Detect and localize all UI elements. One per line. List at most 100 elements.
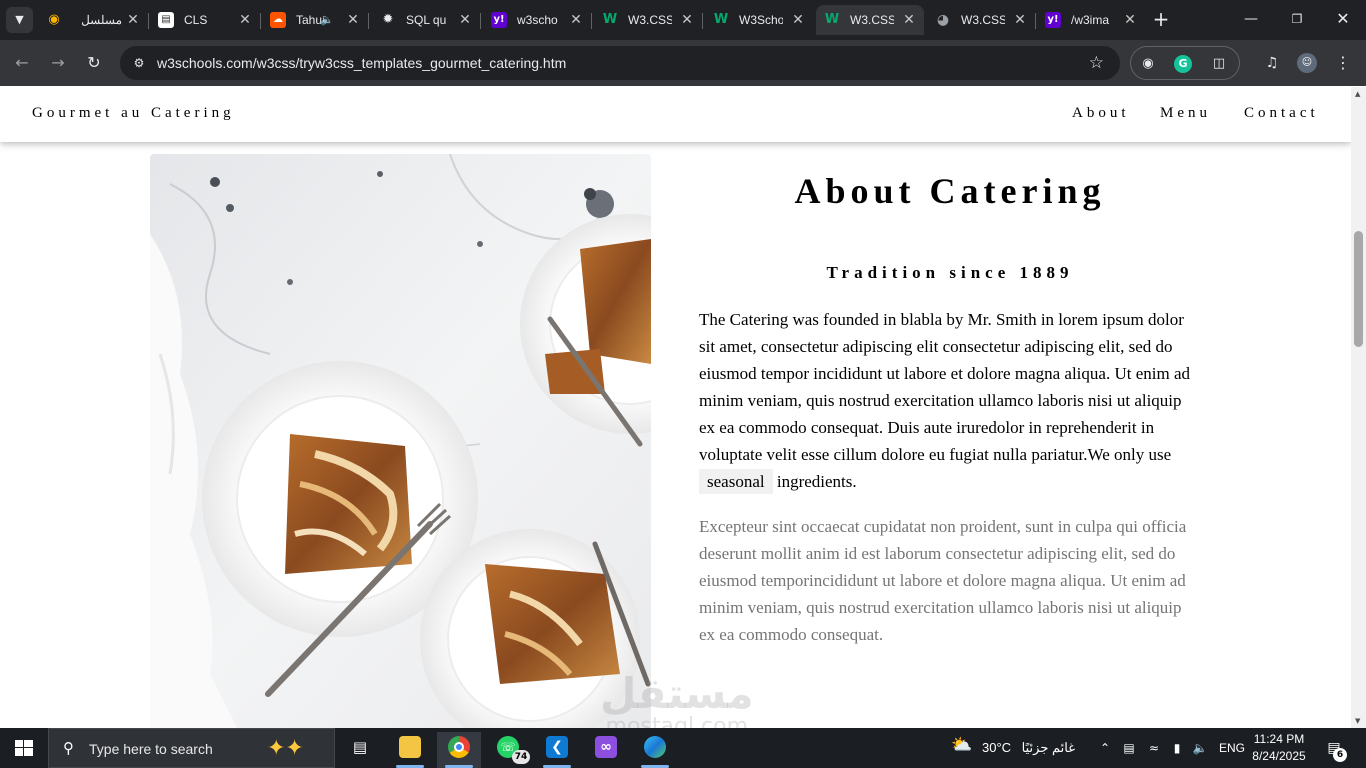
close-icon[interactable]: ✕ <box>680 12 694 28</box>
windows-start-button[interactable] <box>0 728 48 768</box>
tab-5[interactable]: W W3.CSS ✕ <box>594 5 703 35</box>
visual-studio-glyph: ∞ <box>595 736 617 758</box>
system-clock[interactable]: 11:24 PM 8/24/2025 <box>1246 731 1312 765</box>
wifi-icon[interactable]: ≈ <box>1146 740 1162 756</box>
w3schools-icon: W <box>602 12 618 27</box>
tart-plates-illustration <box>150 154 651 728</box>
tab-4[interactable]: y! w3scho ✕ <box>483 5 592 35</box>
meet-now-icon[interactable]: ▤ <box>1121 740 1137 756</box>
page-viewport: Gourmet au Catering About Menu Contact A… <box>0 87 1351 728</box>
edge-icon[interactable] <box>633 732 677 768</box>
weather-description[interactable]: غائم جزئيًا <box>1013 740 1075 756</box>
profile-avatar[interactable]: ☺ <box>1297 53 1317 73</box>
media-controls-icon[interactable]: ♫ <box>1262 53 1282 73</box>
tab-separator <box>148 13 149 29</box>
close-icon[interactable]: ✕ <box>126 12 140 28</box>
minimize-button[interactable]: — <box>1228 8 1274 30</box>
chrome-glyph <box>448 736 470 758</box>
file-explorer-icon[interactable] <box>388 732 432 768</box>
whatsapp-badge: 74 <box>512 750 530 764</box>
site-navbar: Gourmet au Catering About Menu Contact <box>0 87 1351 142</box>
close-icon[interactable]: ✕ <box>569 12 583 28</box>
tab-title: W3Scho <box>739 13 783 27</box>
more-menu-icon[interactable]: ⋮ <box>1333 53 1353 73</box>
close-icon[interactable]: ✕ <box>1013 12 1027 28</box>
about-subheading: Tradition since 1889 <box>826 263 1074 282</box>
watermark-latin: mostaql.com <box>605 714 749 729</box>
whatsapp-icon[interactable]: ☏ 74 <box>486 732 530 768</box>
camera-icon[interactable]: ◉ <box>1139 55 1157 73</box>
about-paragraph-1-end: ingredients. <box>776 472 857 491</box>
tab-6[interactable]: W W3Scho ✕ <box>705 5 813 35</box>
tab-3[interactable]: ✹ SQL qu ✕ <box>372 5 481 35</box>
address-bar[interactable]: ⚙ w3schools.com/w3css/tryw3css_templates… <box>120 46 1120 80</box>
restore-button[interactable]: ❐ <box>1274 8 1320 30</box>
copilot-sparkle-icon[interactable]: ✦✦ <box>267 735 327 763</box>
globe-icon: ◕ <box>936 12 950 28</box>
weather-temperature[interactable]: 30°C <box>982 740 1011 756</box>
site-brand-link[interactable]: Gourmet au Catering <box>32 105 235 122</box>
tab-2[interactable]: ☁ Tahu 🔈 ✕ <box>262 5 369 35</box>
about-paragraph-1: The Catering was founded in blabla by Mr… <box>699 306 1199 495</box>
page-scrollbar[interactable]: ▲ ▼ <box>1351 87 1366 728</box>
nav-menu-link[interactable]: Menu <box>1160 105 1211 122</box>
tab-8[interactable]: ◕ W3.CSS ✕ <box>927 5 1036 35</box>
close-icon[interactable]: ✕ <box>1123 12 1137 28</box>
language-indicator[interactable]: ENG <box>1219 740 1245 756</box>
tab-9[interactable]: y! /w3ima ✕ <box>1037 5 1145 35</box>
windows-logo-icon <box>15 740 33 756</box>
tab-title: SQL qu <box>406 13 446 27</box>
back-arrow-icon[interactable]: ← <box>10 51 34 75</box>
extensions-puzzle-icon[interactable]: ◫ <box>1210 55 1228 73</box>
scroll-thumb[interactable] <box>1354 231 1363 347</box>
grammarly-icon[interactable]: G <box>1174 55 1192 73</box>
close-icon[interactable]: ✕ <box>458 12 472 28</box>
new-tab-button[interactable]: + <box>1150 8 1172 30</box>
tab-separator <box>1035 13 1036 29</box>
close-icon[interactable]: ✕ <box>902 12 916 28</box>
forward-arrow-icon[interactable]: → <box>46 51 70 75</box>
about-paragraph-2: Excepteur sint occaecat cupidatat non pr… <box>699 517 1187 644</box>
tab-title: W3.CSS <box>628 13 672 27</box>
notification-count: 6 <box>1333 748 1347 762</box>
bookmark-star-icon[interactable]: ☆ <box>1089 53 1104 73</box>
tab-separator <box>260 13 261 29</box>
weather-cloud-sun-icon[interactable]: ⛅ <box>950 737 974 759</box>
chevron-up-icon[interactable]: ⌃ <box>1097 740 1113 756</box>
site-info-icon[interactable]: ⚙ <box>130 54 148 72</box>
food-photo <box>150 154 651 728</box>
tab-separator <box>591 13 592 29</box>
visual-studio-icon[interactable]: ∞ <box>584 732 628 768</box>
tab-0[interactable]: ◉ مسلسل ✕ <box>38 5 149 35</box>
close-icon[interactable]: ✕ <box>346 12 360 28</box>
yahoo-icon: y! <box>491 12 507 28</box>
volume-icon[interactable]: 🔈 <box>1192 740 1208 756</box>
chrome-icon[interactable] <box>437 732 481 768</box>
speaker-icon[interactable]: 🔈 <box>320 12 334 28</box>
tab-1[interactable]: ▤ CLS ✕ <box>150 5 261 35</box>
chatgpt-icon: ✹ <box>382 12 394 27</box>
tab-7-active[interactable]: W W3.CSS ✕ <box>816 5 924 35</box>
battery-icon[interactable]: ▮ <box>1169 740 1185 756</box>
reload-icon[interactable]: ↻ <box>82 51 106 75</box>
tab-separator <box>480 13 481 29</box>
task-view-icon[interactable]: ▤ <box>338 732 382 768</box>
close-window-button[interactable]: ✕ <box>1320 8 1366 30</box>
about-heading: About Catering <box>794 171 1106 211</box>
browser-tab-bar: ▼ ◉ مسلسل ✕ ▤ CLS ✕ ☁ Tahu 🔈 ✕ ✹ SQL qu … <box>0 0 1366 40</box>
vscode-icon[interactable]: ❮ <box>535 732 579 768</box>
clock-time: 11:24 PM <box>1253 732 1305 746</box>
close-icon[interactable]: ✕ <box>238 12 252 28</box>
taskbar-search-box[interactable]: ⚲ Type here to search ✦✦ <box>48 728 335 768</box>
nav-about-link[interactable]: About <box>1072 105 1130 122</box>
browser-toolbar: ← → ↻ ⚙ w3schools.com/w3css/tryw3css_tem… <box>0 40 1366 86</box>
tab-search-dropdown-icon[interactable]: ▼ <box>6 7 33 33</box>
url-text[interactable]: w3schools.com/w3css/tryw3css_templates_g… <box>157 55 566 71</box>
extensions-group: ◉ G ◫ <box>1130 46 1240 80</box>
close-icon[interactable]: ✕ <box>791 12 805 28</box>
scroll-down-arrow-icon[interactable]: ▼ <box>1355 717 1360 725</box>
nav-contact-link[interactable]: Contact <box>1244 105 1319 122</box>
scroll-up-arrow-icon[interactable]: ▲ <box>1355 90 1360 98</box>
yahoo-icon: y! <box>1045 12 1061 28</box>
w3schools-icon: W <box>824 12 840 27</box>
